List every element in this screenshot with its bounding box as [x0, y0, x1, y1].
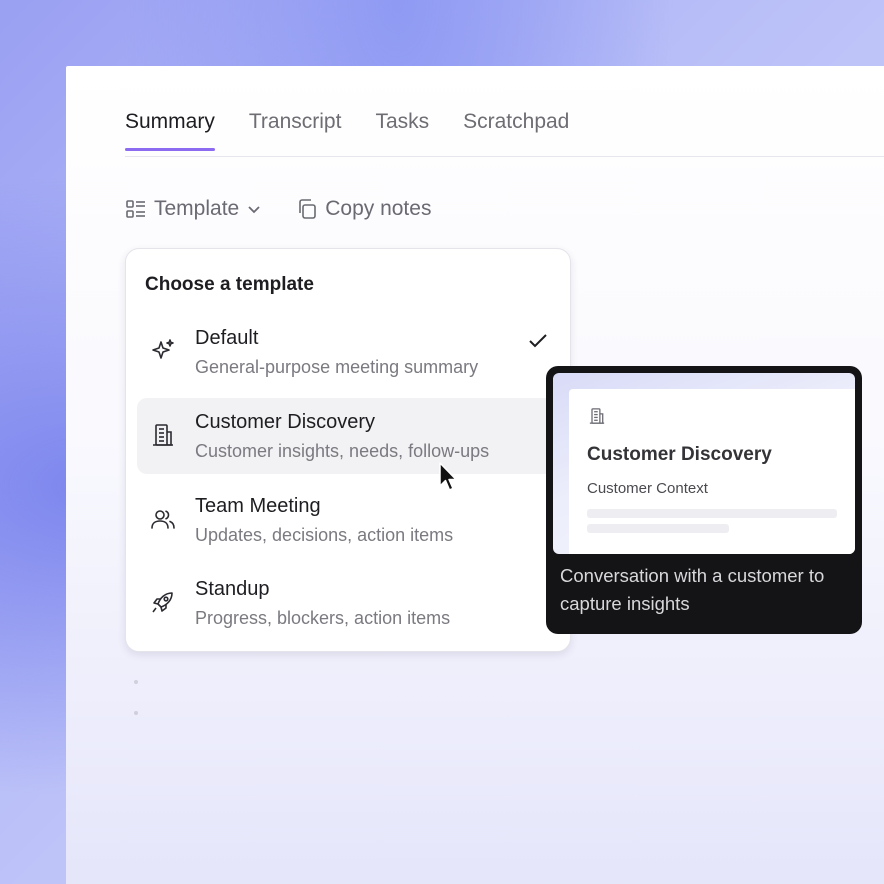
template-option-description: Progress, blockers, action items: [195, 608, 451, 628]
template-button-label: Template: [154, 197, 240, 220]
template-option-team-meeting[interactable]: Team Meeting Updates, decisions, action …: [137, 482, 557, 558]
preview-card-section: Customer Context: [587, 480, 708, 497]
template-option-name: Standup: [195, 578, 270, 600]
template-option-default[interactable]: Default General-purpose meeting summary: [137, 314, 557, 390]
template-option-description: Customer insights, needs, follow-ups: [195, 441, 490, 461]
sparkles-icon: [152, 339, 174, 359]
placeholder-line: [587, 509, 837, 518]
template-option-name: Default: [195, 327, 259, 349]
dropdown-title: Choose a template: [145, 274, 314, 295]
copy-notes-label: Copy notes: [325, 197, 432, 220]
list-layout-icon: [126, 200, 145, 218]
preview-card-title: Customer Discovery: [587, 444, 772, 465]
chevron-down-icon: [248, 206, 260, 214]
building-icon: [153, 424, 173, 446]
copy-notes-button[interactable]: Copy notes: [296, 197, 431, 221]
template-option-name: Team Meeting: [195, 495, 321, 517]
template-option-name: Customer Discovery: [195, 411, 376, 433]
bullet-dot: [134, 711, 138, 715]
template-option-description: Updates, decisions, action items: [195, 525, 454, 545]
checkmark-icon: [529, 334, 547, 348]
users-icon: [151, 510, 175, 529]
template-button[interactable]: Template: [125, 197, 262, 221]
notes-toolbar: Template Copy notes: [125, 197, 431, 221]
tab-divider: [125, 156, 884, 157]
template-option-standup[interactable]: Standup Progress, blockers, action items: [137, 565, 557, 641]
bullet-dot: [134, 680, 138, 684]
placeholder-line: [587, 524, 729, 533]
tab-summary[interactable]: Summary: [125, 110, 215, 151]
template-option-description: General-purpose meeting summary: [195, 357, 479, 377]
rocket-icon: [152, 592, 173, 613]
tooltip-description: Conversation with a customer to capture …: [560, 565, 825, 614]
template-preview-tooltip: Customer Discovery Customer Context Conv…: [546, 366, 862, 634]
tab-tasks[interactable]: Tasks: [375, 110, 429, 149]
notes-panel: Summary Transcript Tasks Scratchpad Temp…: [66, 66, 884, 884]
template-preview-image: Customer Discovery Customer Context: [553, 373, 855, 554]
preview-card: Customer Discovery Customer Context: [569, 389, 855, 554]
tab-transcript[interactable]: Transcript: [249, 110, 342, 149]
tab-bar: Summary Transcript Tasks Scratchpad: [125, 110, 569, 151]
copy-icon: [299, 199, 317, 219]
tab-scratchpad[interactable]: Scratchpad: [463, 110, 569, 149]
template-option-customer-discovery[interactable]: Customer Discovery Customer insights, ne…: [137, 398, 557, 474]
mouse-cursor-icon: [439, 462, 457, 491]
template-dropdown: Choose a template Default General-purpos…: [125, 248, 571, 652]
building-icon: [589, 408, 605, 424]
